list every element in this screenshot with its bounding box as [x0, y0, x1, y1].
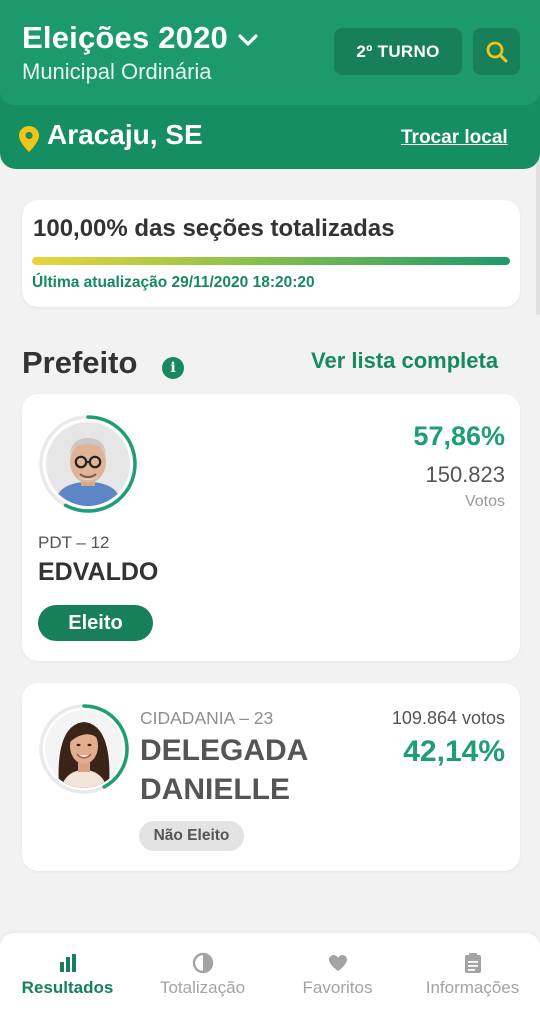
nav-label-informacoes: Informações	[425, 978, 520, 997]
candidate-avatar-1	[38, 414, 138, 514]
last-update-text: Última atualização 29/11/2020 18:20:20	[32, 274, 315, 291]
search-button[interactable]	[473, 28, 520, 75]
map-pin-icon	[19, 126, 39, 152]
totalization-progress-card: 100,00% das seções totalizadas Última at…	[22, 200, 520, 307]
candidate-name-1: EDVALDO	[38, 558, 159, 586]
full-list-link[interactable]: Ver lista completa	[311, 348, 498, 374]
turno-button[interactable]: 2º TURNO	[334, 28, 462, 75]
election-subtitle: Municipal Ordinária	[22, 59, 212, 84]
bottom-navigation: Resultados Totalização Favoritos Informa…	[0, 933, 540, 1016]
nav-item-informacoes[interactable]: Informações	[405, 933, 540, 1016]
candidate-name-2-line2: DANIELLE	[140, 773, 290, 806]
candidate-percent-1: 57,86%	[413, 421, 505, 451]
candidate-party-1: PDT – 12	[38, 533, 110, 552]
location-name: Aracaju, SE	[47, 119, 203, 150]
progress-bar	[32, 257, 510, 265]
pie-chart-icon	[192, 952, 213, 974]
election-title: Eleições 2020	[22, 20, 228, 55]
change-location-link[interactable]: Trocar local	[401, 127, 508, 149]
chevron-down-icon	[238, 34, 258, 46]
nav-label-favoritos: Favoritos	[302, 978, 373, 997]
candidate-party-2: CIDADANIA – 23	[140, 708, 274, 728]
candidate-avatar-2	[38, 703, 130, 795]
clipboard-icon	[464, 953, 481, 973]
nav-label-resultados: Resultados	[21, 978, 114, 997]
candidate-votes-label-1: Votos	[464, 493, 505, 510]
candidate-votes-2: 109.864 votos	[391, 708, 505, 728]
candidate-photo-2	[45, 710, 123, 788]
election-selector[interactable]: Eleições 2020	[22, 20, 258, 56]
info-icon[interactable]: i	[162, 357, 184, 379]
progress-bar-fill	[32, 257, 510, 265]
status-badge-elected: Eleito	[38, 605, 153, 641]
status-badge-not-elected: Não Eleito	[139, 821, 244, 851]
bar-chart-icon	[59, 954, 76, 972]
candidate-photo-1	[46, 422, 130, 506]
heart-icon	[328, 955, 347, 971]
nav-item-favoritos[interactable]: Favoritos	[270, 933, 405, 1016]
section-title: Prefeito	[22, 345, 138, 380]
nav-item-resultados[interactable]: Resultados	[0, 933, 135, 1016]
candidate-card-2[interactable]: CIDADANIA – 23 DELEGADA DANIELLE 109.864…	[22, 683, 520, 871]
candidate-percent-2: 42,14%	[403, 735, 505, 768]
candidate-name-2-line1: DELEGADA	[140, 734, 309, 767]
app-header: Eleições 2020 Municipal Ordinária 2º TUR…	[0, 0, 540, 105]
nav-item-totalizacao[interactable]: Totalização	[135, 933, 270, 1016]
candidate-card-1[interactable]: 57,86% 150.823 Votos PDT – 12 EDVALDO El…	[22, 394, 520, 661]
nav-label-totalizacao: Totalização	[159, 978, 246, 997]
search-icon	[486, 41, 507, 62]
progress-title: 100,00% das seções totalizadas	[33, 215, 395, 242]
candidate-votes-1: 150.823	[425, 462, 505, 487]
